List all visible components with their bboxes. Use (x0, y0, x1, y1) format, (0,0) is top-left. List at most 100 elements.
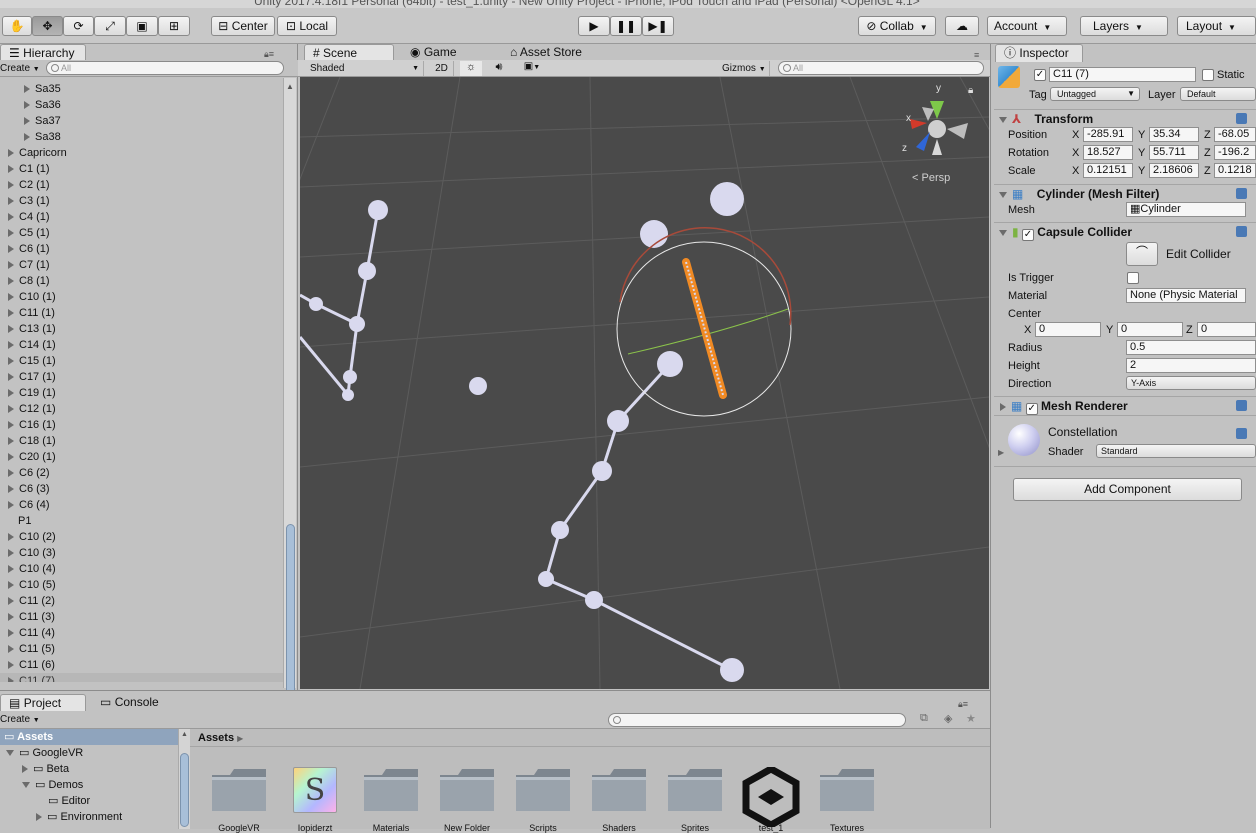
star[interactable] (368, 200, 388, 220)
renderer-enabled-checkbox[interactable]: ✓ (1025, 403, 1038, 415)
expand-arrow-icon[interactable] (8, 677, 14, 682)
hierarchy-item[interactable]: C6 (4) (0, 497, 284, 513)
scrollbar-thumb[interactable] (286, 524, 295, 700)
mesh-field[interactable]: ▦Cylinder (1126, 202, 1246, 217)
expand-arrow-icon[interactable] (8, 405, 14, 414)
hierarchy-item[interactable]: C3 (1) (0, 193, 284, 209)
hierarchy-item[interactable]: C6 (3) (0, 481, 284, 497)
hierarchy-item[interactable]: Sa38 (0, 129, 284, 145)
expand-arrow-icon[interactable] (8, 437, 14, 446)
hierarchy-item[interactable]: C10 (3) (0, 545, 284, 561)
hierarchy-item[interactable]: C11 (3) (0, 609, 284, 625)
folder-icon[interactable] (362, 767, 420, 813)
help-icon[interactable] (1236, 226, 1247, 237)
lock-icon[interactable]: 🔒︎≡ (264, 49, 274, 60)
hierarchy-scrollbar[interactable]: ▲ ▼ (283, 78, 296, 717)
expand-arrow-icon[interactable] (8, 325, 14, 334)
tag-dropdown[interactable]: Untagged ▼ (1050, 87, 1140, 101)
expand-arrow-icon[interactable] (24, 133, 30, 142)
position-x-field[interactable]: -285.91 (1083, 127, 1133, 142)
expand-arrow-icon[interactable] (8, 341, 14, 350)
hierarchy-item[interactable]: C11 (6) (0, 657, 284, 673)
expand-arrow-icon[interactable] (8, 485, 14, 494)
expand-arrow-icon[interactable] (8, 293, 14, 302)
hierarchy-item[interactable]: C11 (7) (0, 673, 284, 682)
star[interactable] (607, 410, 629, 432)
expand-arrow-icon[interactable] (8, 533, 14, 542)
orientation-gizmo[interactable]: y x z < Persp (902, 83, 968, 184)
effects-dropdown-icon[interactable]: ▣▼ (518, 61, 546, 76)
layer-dropdown[interactable]: Default (1180, 87, 1256, 101)
star[interactable] (309, 297, 323, 311)
hierarchy-item[interactable]: C11 (2) (0, 593, 284, 609)
rotation-y-field[interactable]: 55.711 (1149, 145, 1199, 160)
mesh-renderer-header[interactable]: ▦ ✓ Mesh Renderer (994, 396, 1256, 416)
star[interactable] (551, 521, 569, 539)
star[interactable] (657, 351, 683, 377)
center-x-field[interactable]: 0 (1035, 322, 1101, 337)
cloud-button[interactable]: ☁ (945, 16, 979, 36)
object-name-field[interactable]: C11 (7) (1049, 67, 1196, 82)
hierarchy-item[interactable]: C11 (1) (0, 305, 284, 321)
help-icon[interactable] (1236, 400, 1247, 411)
radius-field[interactable]: 0.5 (1126, 340, 1256, 355)
hierarchy-item[interactable]: Sa36 (0, 97, 284, 113)
account-dropdown[interactable]: Account ▼ (987, 16, 1067, 36)
expand-arrow-icon[interactable] (8, 373, 14, 382)
tree-item-editor[interactable]: ▭ Editor (48, 793, 90, 809)
folder-icon[interactable] (590, 767, 648, 813)
hierarchy-item[interactable]: C6 (1) (0, 241, 284, 257)
scene-viewport[interactable]: y x z < Persp 🔒︎ (300, 77, 989, 689)
expand-arrow-icon[interactable] (8, 421, 14, 430)
hierarchy-item[interactable]: C7 (1) (0, 257, 284, 273)
hierarchy-item[interactable]: Capricorn (0, 145, 284, 161)
folder-icon[interactable] (514, 767, 572, 813)
height-field[interactable]: 2 (1126, 358, 1256, 373)
expand-arrow-icon[interactable] (8, 453, 14, 462)
rotation-x-field[interactable]: 18.527 (1083, 145, 1133, 160)
star[interactable] (358, 262, 376, 280)
shading-mode-dropdown[interactable]: Shaded ▼ (302, 61, 424, 76)
expand-arrow-icon[interactable] (8, 645, 14, 654)
direction-dropdown[interactable]: Y-Axis (1126, 376, 1256, 390)
layers-dropdown[interactable]: Layers ▼ (1080, 16, 1168, 36)
hierarchy-item[interactable]: C20 (1) (0, 449, 284, 465)
active-checkbox[interactable]: ✓ (1034, 69, 1046, 81)
expand-arrow-icon[interactable] (8, 469, 14, 478)
scale-z-field[interactable]: 0.1218 (1214, 163, 1256, 178)
scene-search-input[interactable]: All (778, 61, 984, 75)
hierarchy-item[interactable]: C2 (1) (0, 177, 284, 193)
hierarchy-item[interactable]: Sa35 (0, 81, 284, 97)
star[interactable] (720, 658, 744, 682)
scrollbar-thumb[interactable] (180, 753, 189, 827)
hierarchy-item[interactable]: C10 (4) (0, 561, 284, 577)
star[interactable] (585, 591, 603, 609)
hierarchy-item[interactable]: C4 (1) (0, 209, 284, 225)
expand-arrow-icon[interactable] (8, 581, 14, 590)
center-y-field[interactable]: 0 (1117, 322, 1183, 337)
tab-console[interactable]: ▭ Console (92, 694, 172, 712)
collab-dropdown[interactable]: ⊘ Collab ▼ (858, 16, 936, 36)
expand-arrow-icon[interactable] (8, 261, 14, 270)
favorite-star-icon[interactable]: ★ (966, 712, 976, 725)
hierarchy-item[interactable]: C11 (4) (0, 625, 284, 641)
lighting-toggle-icon[interactable]: ☼ (460, 61, 482, 76)
help-icon[interactable] (1236, 113, 1247, 124)
tree-item-googlevr[interactable]: ▭ GoogleVR (6, 745, 83, 761)
lock-icon[interactable]: 🔒︎≡ (958, 699, 968, 710)
step-button[interactable]: ▶❚ (642, 16, 674, 36)
tree-scrollbar[interactable]: ▲ (178, 729, 190, 829)
tree-item-demos[interactable]: ▭ Demos (22, 777, 83, 793)
pause-button[interactable]: ❚❚ (610, 16, 642, 36)
hierarchy-item[interactable]: C10 (5) (0, 577, 284, 593)
hierarchy-item[interactable]: C12 (1) (0, 401, 284, 417)
hierarchy-item[interactable]: C11 (5) (0, 641, 284, 657)
expand-arrow-icon[interactable] (24, 101, 30, 110)
scale-y-field[interactable]: 2.18606 (1149, 163, 1199, 178)
hierarchy-item[interactable]: C17 (1) (0, 369, 284, 385)
tree-item-beta[interactable]: ▭ Beta (22, 761, 69, 777)
unity-scene-icon[interactable] (742, 764, 800, 830)
expand-arrow-icon[interactable] (24, 85, 30, 94)
star[interactable] (342, 389, 354, 401)
view-lock-icon[interactable]: 🔒︎ (968, 85, 973, 96)
